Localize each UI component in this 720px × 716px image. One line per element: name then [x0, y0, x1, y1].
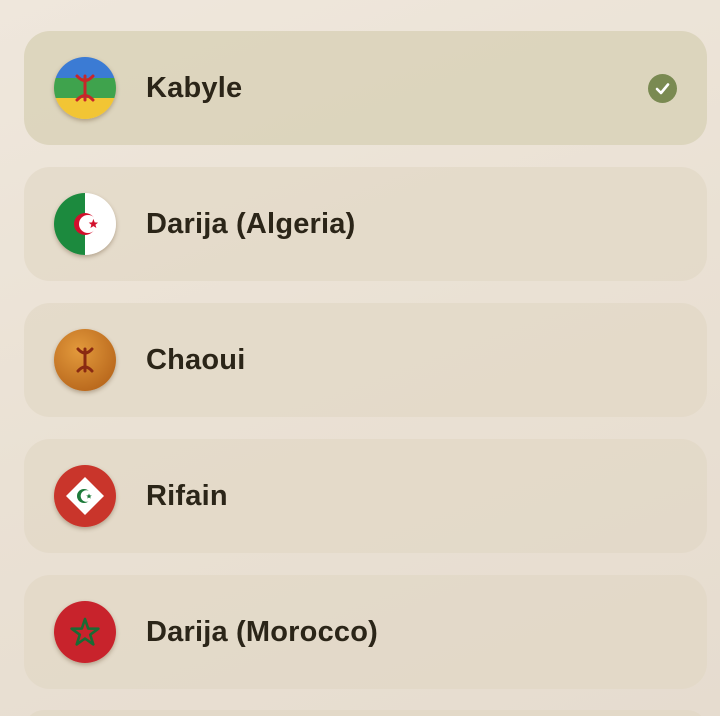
language-label: Chaoui: [146, 344, 246, 376]
language-option-partial[interactable]: [24, 710, 707, 716]
language-option-rifain[interactable]: Rifain: [24, 439, 707, 553]
rif-flag-icon: [54, 465, 116, 527]
amazigh-flag-icon: [54, 57, 116, 119]
check-icon: [648, 74, 677, 103]
language-option-kabyle[interactable]: Kabyle: [24, 31, 707, 145]
morocco-flag-icon: [54, 601, 116, 663]
language-label: Kabyle: [146, 72, 243, 104]
language-label: Darija (Algeria): [146, 208, 356, 240]
language-label: Rifain: [146, 480, 228, 512]
language-option-chaoui[interactable]: Chaoui: [24, 303, 707, 417]
language-label: Darija (Morocco): [146, 616, 379, 648]
chaoui-flag-icon: [54, 329, 116, 391]
language-list: Kabyle Darija (Algeria) Chaoui Rifain Da…: [24, 31, 707, 711]
language-option-darija-morocco[interactable]: Darija (Morocco): [24, 575, 707, 689]
algeria-flag-icon: [54, 193, 116, 255]
language-option-darija-algeria[interactable]: Darija (Algeria): [24, 167, 707, 281]
